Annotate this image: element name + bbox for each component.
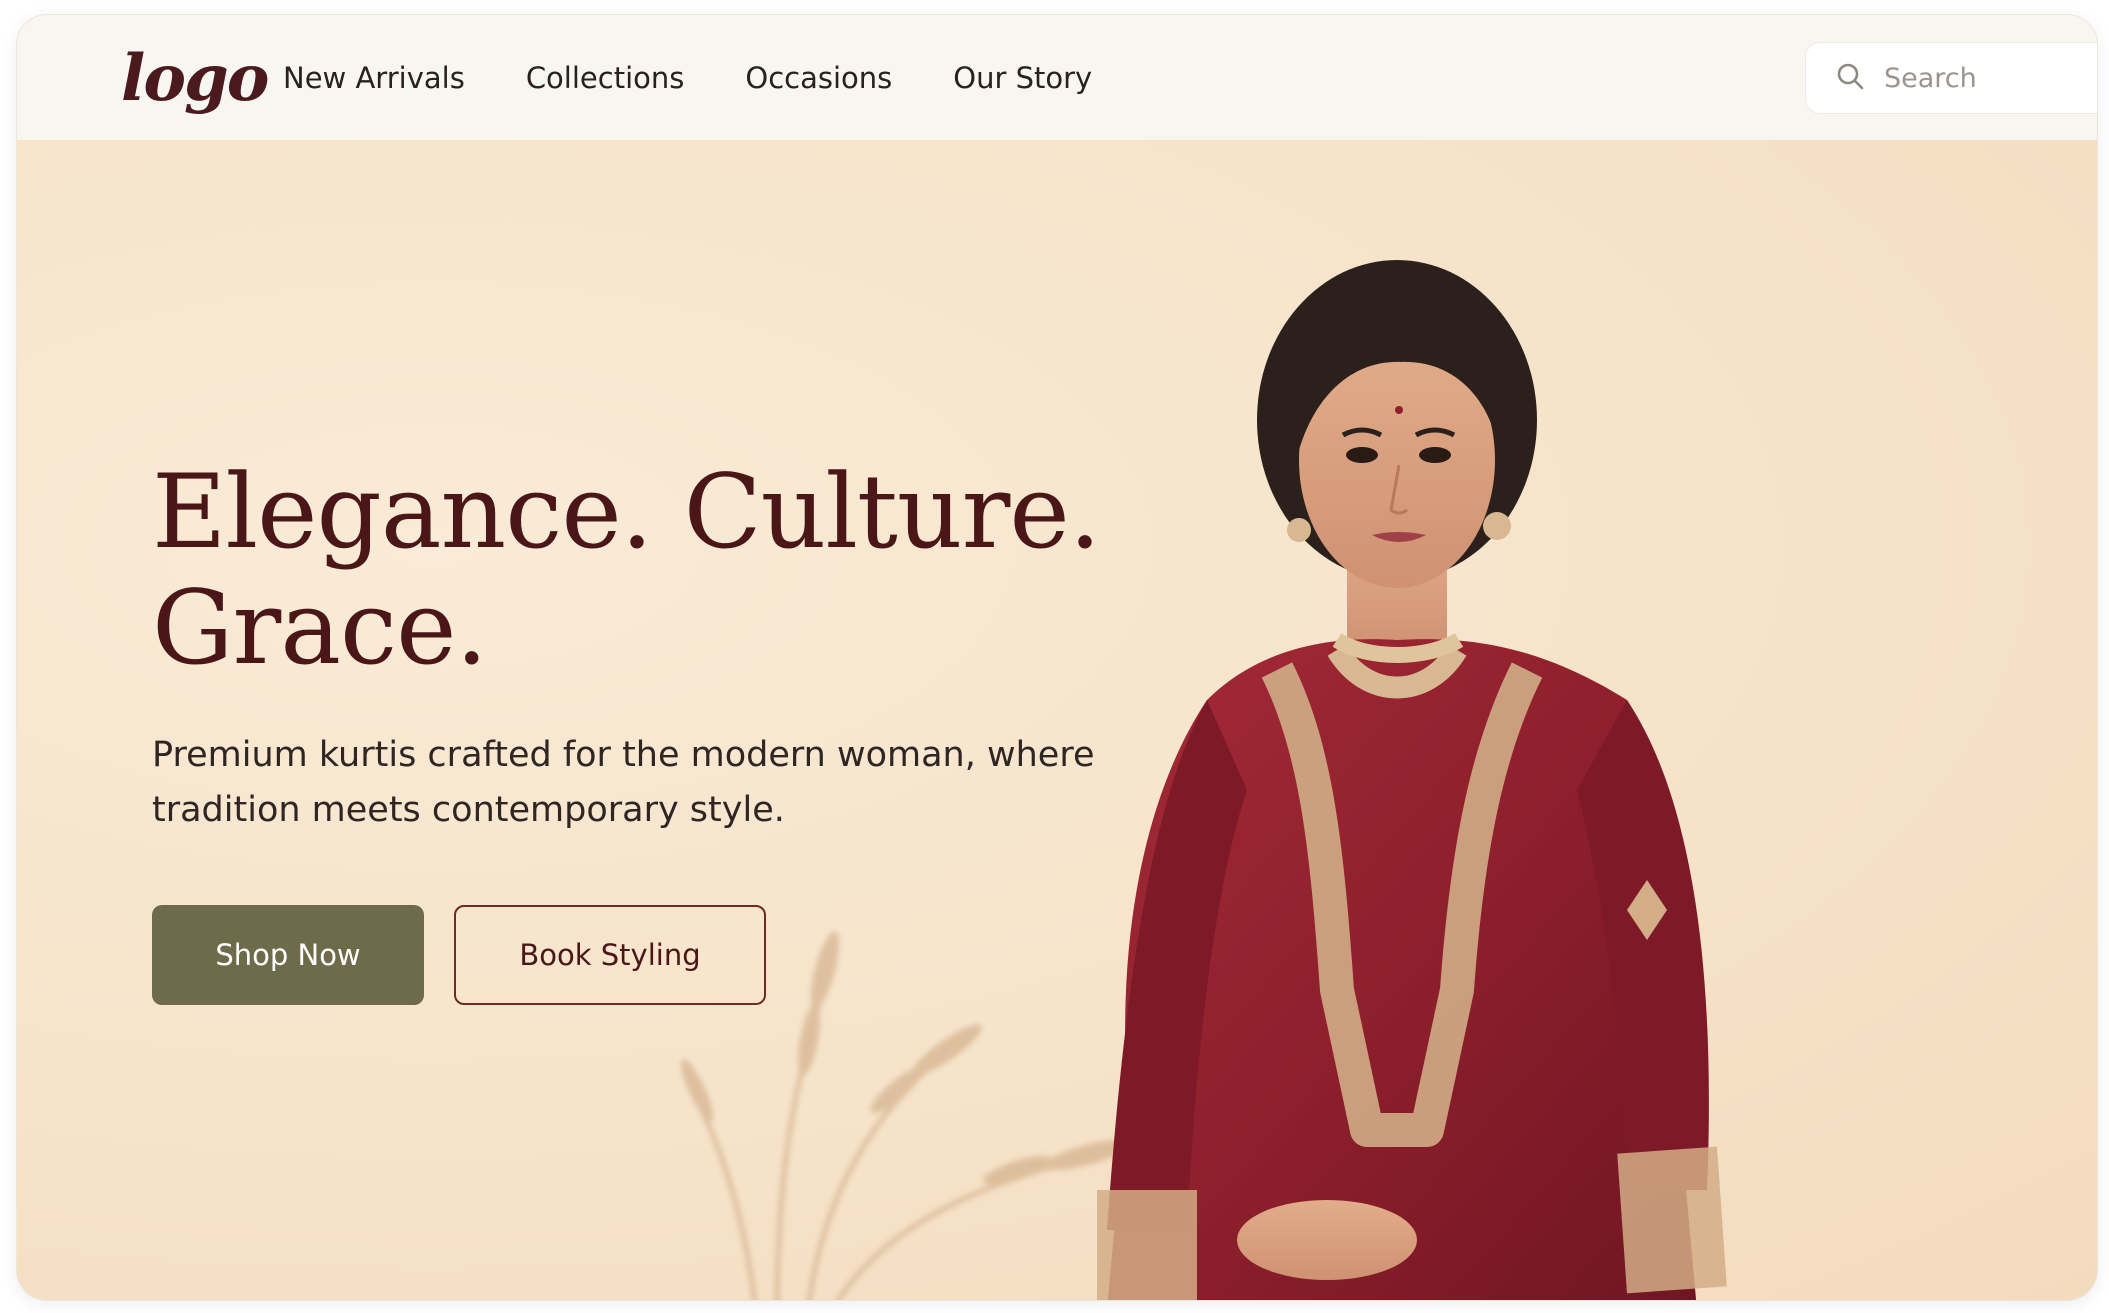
shop-now-button[interactable]: Shop Now bbox=[152, 905, 424, 1005]
hero-subtitle: Premium kurtis crafted for the modern wo… bbox=[152, 728, 1152, 838]
nav-link-occasions[interactable]: Occasions bbox=[745, 61, 892, 95]
browser-frame: logo New Arrivals Collections Occasions … bbox=[17, 15, 2097, 1300]
hero-headline: Elegance. Culture. Grace. bbox=[152, 453, 1101, 688]
search-box[interactable] bbox=[1806, 43, 2097, 113]
nav-link-new-arrivals[interactable]: New Arrivals bbox=[283, 61, 465, 95]
hero-section: Elegance. Culture. Grace. Premium kurtis… bbox=[17, 140, 2097, 1300]
search-icon bbox=[1834, 60, 1866, 96]
search-input[interactable] bbox=[1884, 62, 2097, 94]
hero-subtitle-line-1: Premium kurtis crafted for the modern wo… bbox=[152, 735, 1095, 775]
hero-headline-line-2: Grace. bbox=[152, 569, 488, 688]
nav-link-our-story[interactable]: Our Story bbox=[953, 61, 1092, 95]
nav-links: New Arrivals Collections Occasions Our S… bbox=[283, 15, 1153, 140]
top-navigation: logo New Arrivals Collections Occasions … bbox=[17, 15, 2097, 140]
hero-subtitle-line-2: tradition meets contemporary style. bbox=[152, 790, 785, 830]
nav-link-collections[interactable]: Collections bbox=[526, 61, 685, 95]
model-photo bbox=[1097, 260, 1727, 1300]
brand-logo[interactable]: logo bbox=[121, 41, 269, 116]
hero-headline-line-1: Elegance. Culture. bbox=[152, 453, 1101, 572]
book-styling-button[interactable]: Book Styling bbox=[454, 905, 766, 1005]
